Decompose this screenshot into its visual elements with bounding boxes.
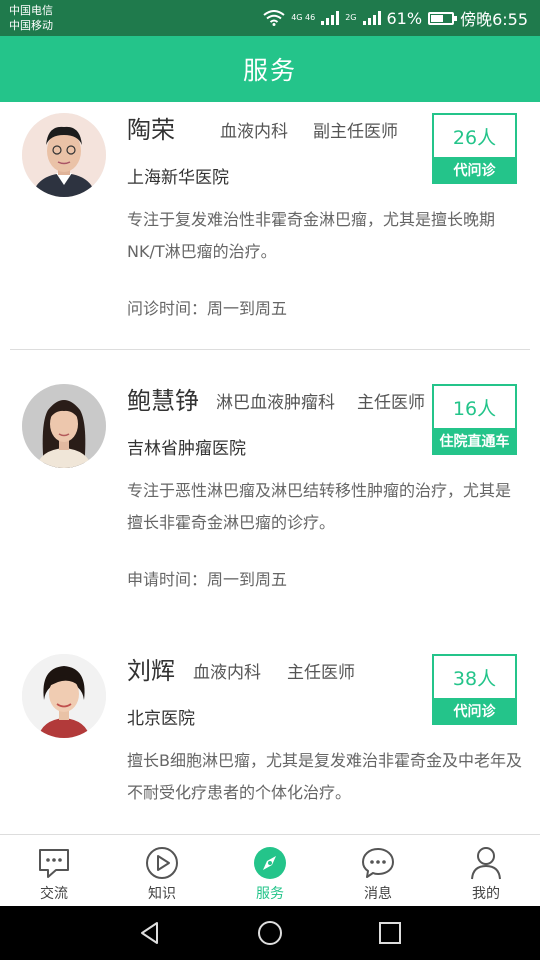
doctor-hospital: 上海新华医院: [127, 168, 229, 188]
clock: 傍晚6:55: [460, 10, 528, 29]
message-icon: [362, 848, 394, 878]
tab-label: 我的: [472, 886, 500, 902]
carrier-info: 中国电信 中国移动: [9, 3, 53, 33]
tab-mine[interactable]: 我的: [432, 835, 540, 906]
doctor-title: 副主任医师: [313, 122, 398, 142]
tab-service[interactable]: 服务: [216, 835, 324, 906]
service-tag: 代问诊: [453, 703, 496, 720]
app-header: 服务: [0, 36, 540, 102]
tab-exchange[interactable]: 交流: [0, 835, 108, 906]
status-bar: 中国电信 中国移动 4G 46 2G 61% 傍晚6:55: [0, 0, 540, 36]
status-indicators: 4G 46 2G 61% 傍晚6:55: [263, 6, 528, 30]
service-badge[interactable]: 26人 代问诊: [432, 113, 517, 184]
carrier-name-2: 中国移动: [9, 19, 53, 32]
tab-knowledge[interactable]: 知识: [108, 835, 216, 906]
battery-icon: [428, 11, 458, 25]
service-count: 16人: [434, 386, 515, 428]
doctor-avatar: [22, 654, 106, 738]
bottom-tab-bar: 交流 知识 服务 消息 我的: [0, 834, 540, 906]
doctor-card[interactable]: 刘辉 血液内科 主任医师 北京医院 擅长B细胞淋巴瘤，尤其是复发难治非霍奇金及中…: [0, 620, 540, 834]
doctor-name: 陶荣: [127, 116, 175, 144]
home-icon[interactable]: [257, 920, 283, 946]
doctor-card[interactable]: 陶荣 血液内科 副主任医师 上海新华医院 专注于复发难治性非霍奇金淋巴瘤，尤其是…: [0, 102, 540, 349]
back-icon[interactable]: [137, 920, 163, 946]
tab-label: 消息: [364, 886, 392, 902]
doctor-department: 血液内科: [220, 122, 288, 142]
network-type-2: 2G: [345, 13, 357, 22]
doctor-title: 主任医师: [287, 663, 355, 683]
doctor-title: 主任医师: [357, 393, 425, 413]
service-tag: 代问诊: [453, 162, 496, 179]
doctor-department: 淋巴血液肿瘤科: [216, 393, 335, 413]
system-nav-bar: [0, 906, 540, 960]
doctor-department: 血液内科: [193, 663, 261, 683]
compass-icon: [254, 847, 286, 879]
person-icon: [471, 847, 501, 880]
signal-1-icon: [321, 11, 340, 25]
consult-time: 问诊时间：周一到周五: [127, 299, 288, 318]
doctor-description: 专注于复发难治性非霍奇金淋巴瘤，尤其是擅长晚期NK/T淋巴瘤的治疗。: [127, 210, 496, 261]
doctor-avatar: [22, 384, 106, 468]
tab-label: 交流: [40, 886, 68, 902]
tab-label: 知识: [148, 886, 176, 902]
apply-time: 申请时间：周一到周五: [127, 570, 288, 589]
service-badge[interactable]: 16人 住院直通车: [432, 384, 517, 455]
page-title: 服务: [242, 56, 297, 85]
chat-bubble-icon: [39, 849, 69, 878]
doctor-card[interactable]: 鲍慧铮 淋巴血液肿瘤科 主任医师 吉林省肿瘤医院 专注于恶性淋巴瘤及淋巴结转移性…: [0, 350, 540, 620]
doctor-list[interactable]: 陶荣 血液内科 副主任医师 上海新华医院 专注于复发难治性非霍奇金淋巴瘤，尤其是…: [0, 102, 540, 834]
doctor-name: 鲍慧铮: [127, 387, 199, 415]
network-type-1: 4G 46: [291, 13, 316, 22]
service-tag: 住院直通车: [439, 433, 510, 450]
play-icon: [146, 847, 178, 879]
recents-icon[interactable]: [377, 920, 403, 946]
service-badge[interactable]: 38人 代问诊: [432, 654, 517, 725]
tab-label: 服务: [256, 886, 284, 902]
service-count: 38人: [434, 656, 515, 698]
doctor-description: 专注于恶性淋巴瘤及淋巴结转移性肿瘤的治疗，尤其是擅长非霍奇金淋巴瘤的诊疗。: [127, 481, 512, 532]
doctor-description: 擅长B细胞淋巴瘤，尤其是复发难治非霍奇金及中老年及不耐受化疗患者的个体化治疗。: [127, 751, 522, 802]
service-count: 26人: [434, 115, 515, 157]
battery-level: [431, 14, 444, 22]
battery-percent: 61%: [386, 8, 423, 28]
doctor-hospital: 吉林省肿瘤医院: [127, 439, 246, 459]
doctor-hospital: 北京医院: [127, 709, 195, 729]
carrier-name-1: 中国电信: [9, 4, 53, 17]
doctor-name: 刘辉: [127, 657, 175, 685]
signal-2-icon: [362, 11, 381, 25]
tab-messages[interactable]: 消息: [324, 835, 432, 906]
doctor-avatar: [22, 113, 106, 197]
wifi-icon: [263, 10, 285, 26]
